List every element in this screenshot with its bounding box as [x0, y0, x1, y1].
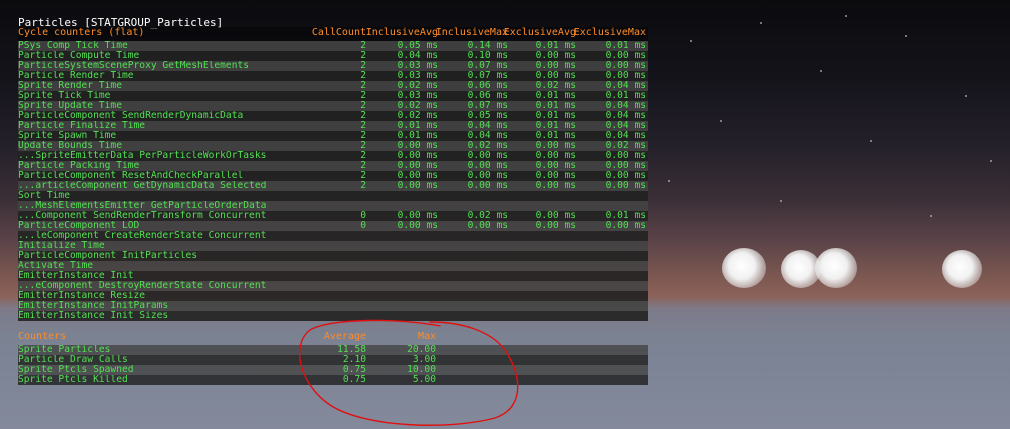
annotation-circle	[298, 319, 519, 426]
